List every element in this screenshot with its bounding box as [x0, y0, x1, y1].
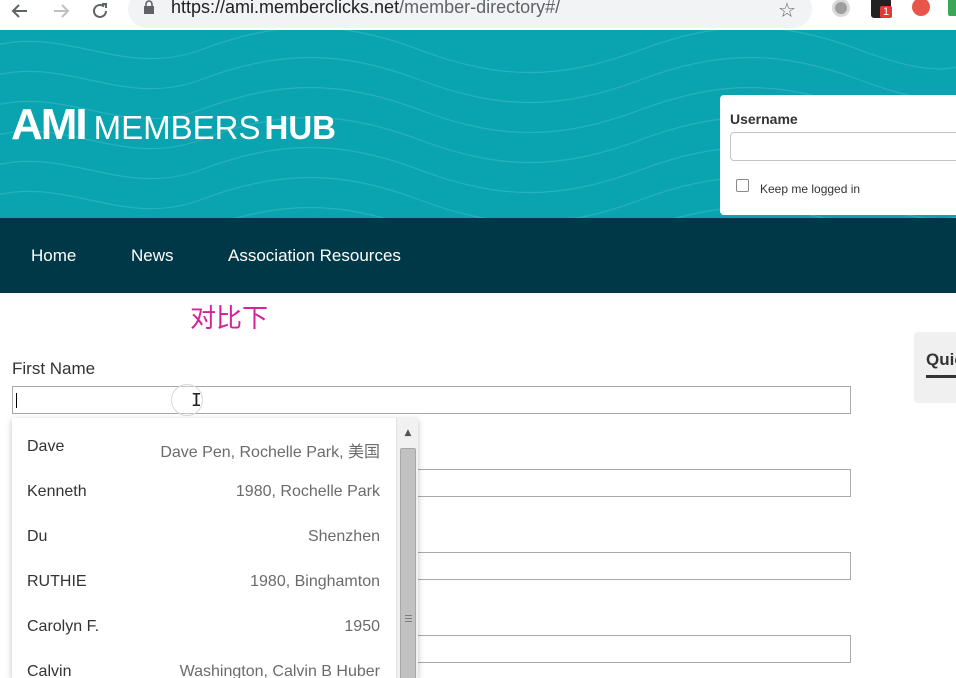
quick-search-panel: Quic [914, 332, 956, 403]
url-path: /member-directory#/ [399, 0, 561, 17]
autocomplete-item-name: Kenneth [27, 483, 87, 500]
nav-item-news[interactable]: News [131, 246, 174, 266]
dropdown-scrollbar[interactable]: ▲ [396, 418, 418, 678]
main-nav: Home News Association Resources [0, 218, 956, 293]
autocomplete-item-detail: 1980, Binghamton [250, 573, 380, 590]
grip-line [405, 615, 412, 616]
scroll-up-arrow-icon[interactable]: ▲ [397, 426, 418, 440]
autocomplete-item-detail: Dave Pen, Rochelle Park, 美国 [160, 444, 380, 461]
reload-icon[interactable] [88, 0, 112, 22]
autocomplete-item-detail: Washington, Calvin B Huber [179, 663, 380, 678]
keep-logged-in-checkbox[interactable] [736, 179, 749, 192]
nav-item-association-resources[interactable]: Association Resources [228, 246, 401, 266]
autocomplete-item[interactable]: Calvin Washington, Calvin B Huber [12, 643, 396, 678]
annotation-text: 对比下 [190, 304, 269, 334]
autocomplete-item-detail: Shenzhen [307, 528, 380, 545]
autocomplete-item-name: RUTHIE [27, 573, 87, 590]
extension-icon[interactable] [948, 0, 956, 16]
autocomplete-item[interactable]: Dave Dave Pen, Rochelle Park, 美国 [12, 418, 396, 463]
autocomplete-item-name: Calvin [27, 663, 72, 678]
autocomplete-item[interactable]: Du Shenzhen [12, 508, 396, 553]
extension-badge: 1 [880, 6, 893, 18]
nav-item-home[interactable]: Home [31, 246, 76, 266]
autocomplete-item-name: Dave [27, 438, 65, 455]
first-name-input[interactable] [12, 386, 851, 414]
autocomplete-dropdown: Dave Dave Pen, Rochelle Park, 美国 Kenneth… [12, 418, 418, 678]
login-panel: Username Keep me logged in [720, 95, 956, 215]
autocomplete-item[interactable]: RUTHIE 1980, Binghamton [12, 553, 396, 598]
site-logo[interactable]: AMI MEMBERS HUB [11, 100, 336, 150]
extension-icon[interactable] [832, 0, 850, 17]
forward-icon[interactable] [49, 0, 73, 22]
ibeam-cursor-icon: I [191, 390, 202, 411]
grip-line [405, 618, 412, 619]
logo-ami: AMI [11, 100, 88, 149]
extension-icon[interactable]: 1 [871, 0, 893, 18]
autocomplete-item-detail: 1950 [344, 618, 380, 635]
username-label: Username [730, 111, 798, 127]
browser-toolbar: https://ami.memberclicks.net/member-dire… [0, 0, 956, 30]
autocomplete-item[interactable]: Carolyn F. 1950 [12, 598, 396, 643]
first-name-label: First Name [12, 359, 96, 378]
logo-hub: HUB [264, 109, 337, 146]
quick-search-title: Quic [926, 350, 956, 369]
autocomplete-item-detail: 1980, Rochelle Park [235, 483, 380, 500]
grip-line [405, 621, 412, 622]
scrollbar-thumb[interactable] [400, 448, 416, 678]
bookmark-star-icon[interactable]: ☆ [778, 0, 796, 22]
site-header: AMI MEMBERS HUB Username Keep me logged in [0, 30, 956, 218]
text-caret [16, 393, 17, 408]
url-host: https://ami.memberclicks.net [171, 0, 400, 17]
back-icon[interactable] [8, 0, 32, 22]
logo-members: MEMBERS [93, 109, 261, 146]
url-text[interactable]: https://ami.memberclicks.net/member-dire… [171, 0, 560, 18]
keep-logged-in-label[interactable]: Keep me logged in [760, 182, 860, 196]
autocomplete-item[interactable]: Kenneth 1980, Rochelle Park [12, 463, 396, 508]
autocomplete-item-name: Du [27, 528, 48, 545]
lock-icon [143, 0, 155, 19]
username-input[interactable] [730, 132, 956, 161]
extension-icon[interactable] [912, 0, 930, 16]
autocomplete-item-name: Carolyn F. [27, 618, 100, 635]
quick-title-underline [926, 375, 956, 378]
